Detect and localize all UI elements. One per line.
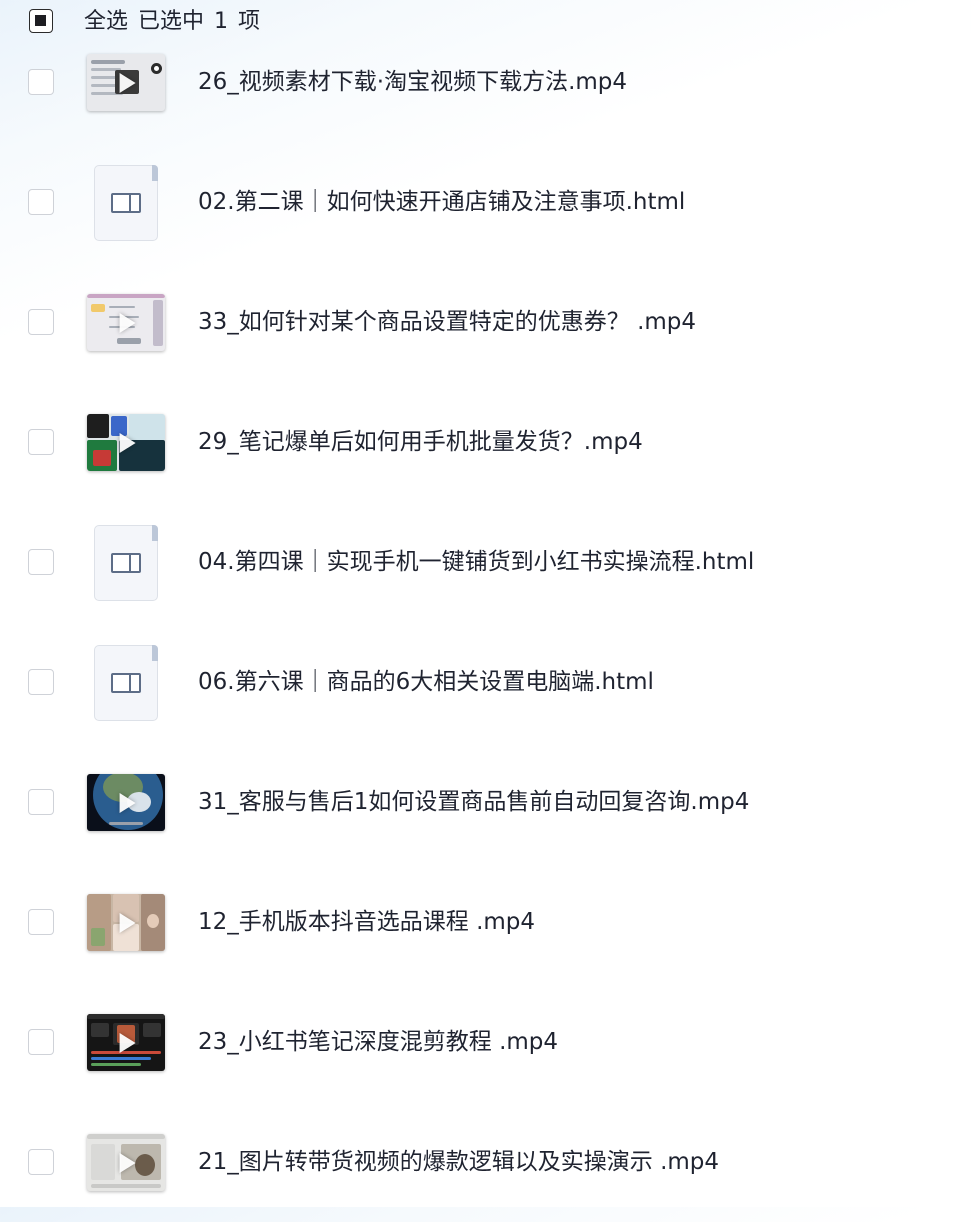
file-row[interactable]: 02.第二课｜如何快速开通店铺及注意事项.html [0,142,971,262]
thumbnail-detail [91,60,125,64]
file-corner-icon [152,645,158,661]
video-thumbnail[interactable] [87,294,165,351]
thumbnail-detail [109,822,143,825]
thumbnail-detail [91,1057,151,1060]
file-name[interactable]: 12_手机版本抖音选品课程 .mp4 [198,905,535,939]
play-icon [119,1032,136,1053]
video-thumbnail[interactable] [87,894,165,951]
video-thumbnail[interactable] [87,774,165,831]
video-thumbnail[interactable] [87,414,165,471]
video-thumbnail[interactable] [87,1134,165,1191]
file-corner-icon [152,165,158,181]
play-icon [119,432,136,453]
thumbnail-detail [87,414,109,438]
window-glyph-icon [111,193,141,213]
thumbnail-detail [91,1184,161,1188]
row-checkbox[interactable] [28,309,54,335]
row-checkbox[interactable] [28,189,54,215]
row-checkbox[interactable] [28,669,54,695]
thumbnail-detail [91,304,105,312]
play-icon [119,312,136,333]
play-icon [119,1152,136,1173]
file-name[interactable]: 21_图片转带货视频的爆款逻辑以及实操演示 .mp4 [198,1145,719,1179]
file-name[interactable]: 04.第四课｜实现手机一键铺货到小红书实操流程.html [198,545,754,579]
window-glyph-icon [111,553,141,573]
thumbnail-detail [87,1134,165,1139]
row-checkbox[interactable] [28,1149,54,1175]
file-row[interactable]: 33_如何针对某个商品设置特定的优惠券？ .mp4 [0,262,971,382]
row-checkbox[interactable] [28,69,54,95]
thumbnail-detail [87,294,165,298]
video-thumbnail[interactable] [87,54,165,111]
file-row[interactable]: 04.第四课｜实现手机一键铺货到小红书实操流程.html [0,502,971,622]
play-icon [119,912,136,933]
play-icon [119,792,136,813]
file-row[interactable]: 06.第六课｜商品的6大相关设置电脑端.html [0,622,971,742]
thumbnail-detail [91,1023,109,1037]
file-corner-icon [152,525,158,541]
thumbnail-detail [154,66,159,71]
thumbnail-detail [147,914,159,928]
thumbnail-detail [91,928,105,946]
window-glyph-icon [111,673,141,693]
row-checkbox[interactable] [28,789,54,815]
thumbnail-detail [91,1063,141,1066]
file-list: 26_视频素材下载·淘宝视频下载方法.mp4 02.第二课｜如何快速开通店铺及注意… [0,22,971,1222]
thumbnail-detail [91,1144,115,1180]
file-row[interactable]: 31_客服与售后1如何设置商品售前自动回复咨询.mp4 [0,742,971,862]
video-thumbnail[interactable] [87,1014,165,1071]
thumbnail-detail [135,1154,155,1176]
file-row[interactable]: 12_手机版本抖音选品课程 .mp4 [0,862,971,982]
row-checkbox[interactable] [28,429,54,455]
play-icon [119,72,136,93]
file-name[interactable]: 33_如何针对某个商品设置特定的优惠券？ .mp4 [198,305,696,339]
file-row[interactable]: 21_图片转带货视频的爆款逻辑以及实操演示 .mp4 [0,1102,971,1222]
row-checkbox[interactable] [28,1029,54,1055]
thumbnail-detail [143,1023,161,1037]
thumbnail-detail [109,306,135,308]
html-file-icon[interactable] [94,165,158,241]
file-name[interactable]: 29_笔记爆单后如何用手机批量发货？.mp4 [198,425,643,459]
thumbnail-detail [87,1014,165,1019]
html-file-icon[interactable] [94,525,158,601]
file-row[interactable]: 23_小红书笔记深度混剪教程 .mp4 [0,982,971,1102]
file-row[interactable]: 29_笔记爆单后如何用手机批量发货？.mp4 [0,382,971,502]
file-row[interactable]: 26_视频素材下载·淘宝视频下载方法.mp4 [0,22,971,142]
file-name[interactable]: 31_客服与售后1如何设置商品售前自动回复咨询.mp4 [198,785,749,819]
html-file-icon[interactable] [94,645,158,721]
file-name[interactable]: 26_视频素材下载·淘宝视频下载方法.mp4 [198,65,627,99]
thumbnail-detail [93,450,111,466]
row-checkbox[interactable] [28,909,54,935]
file-name[interactable]: 02.第二课｜如何快速开通店铺及注意事项.html [198,185,685,219]
thumbnail-detail [117,338,141,344]
file-name[interactable]: 06.第六课｜商品的6大相关设置电脑端.html [198,665,654,699]
file-name[interactable]: 23_小红书笔记深度混剪教程 .mp4 [198,1025,558,1059]
thumbnail-detail [153,300,163,346]
row-checkbox[interactable] [28,549,54,575]
